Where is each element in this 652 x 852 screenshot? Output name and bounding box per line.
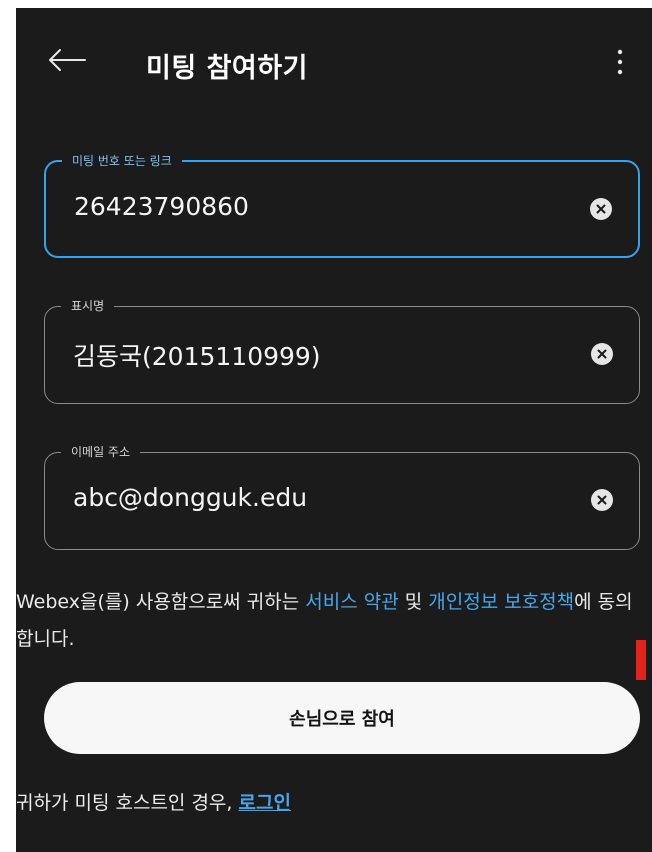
clear-icon[interactable] [591, 343, 613, 365]
meeting-number-input[interactable]: 26423790860 [74, 192, 249, 221]
display-name-label: 표시명 [61, 296, 115, 316]
clear-icon[interactable] [591, 489, 613, 511]
email-field[interactable]: 이메일 주소 abc@dongguk.edu [44, 442, 640, 550]
email-input[interactable]: abc@dongguk.edu [73, 483, 307, 512]
display-name-input[interactable]: 김동국(2015110999) [73, 337, 321, 373]
more-vertical-icon-glyph [617, 49, 623, 75]
privacy-policy-link[interactable]: 개인정보 보호정책 [428, 591, 574, 613]
terms-text: Webex을(를) 사용함으로써 귀하는 서비스 약관 및 개인정보 보호정책에… [16, 584, 646, 658]
red-annotation-mark [636, 640, 646, 680]
page-title: 미팅 참여하기 [146, 53, 308, 84]
close-icon [596, 204, 606, 214]
app-screen: 미팅 참여하기 미팅 번호 또는 링크 26423790860 표시명 김동국(… [16, 8, 652, 852]
host-prefix: 귀하가 미팅 호스트인 경우, [16, 792, 239, 814]
app-bar: 미팅 참여하기 [16, 8, 652, 112]
close-icon [597, 349, 607, 359]
join-as-guest-label: 손님으로 참여 [289, 709, 395, 730]
arrow-left-icon[interactable] [42, 40, 92, 80]
arrow-left-icon-glyph [49, 49, 86, 71]
terms-middle: 및 [398, 591, 429, 613]
join-as-guest-button[interactable]: 손님으로 참여 [44, 682, 640, 754]
host-login-text: 귀하가 미팅 호스트인 경우, 로그인 [16, 788, 291, 815]
meeting-number-field[interactable]: 미팅 번호 또는 링크 26423790860 [44, 151, 640, 258]
close-icon [597, 495, 607, 505]
login-link[interactable]: 로그인 [238, 792, 290, 814]
more-vertical-icon[interactable] [608, 44, 632, 80]
terms-of-service-link[interactable]: 서비스 약관 [305, 591, 398, 613]
display-name-field[interactable]: 표시명 김동국(2015110999) [44, 296, 640, 404]
email-label: 이메일 주소 [61, 442, 141, 462]
terms-prefix: Webex을(를) 사용함으로써 귀하는 [16, 591, 306, 613]
clear-icon[interactable] [590, 198, 612, 220]
meeting-number-label: 미팅 번호 또는 링크 [62, 151, 182, 171]
